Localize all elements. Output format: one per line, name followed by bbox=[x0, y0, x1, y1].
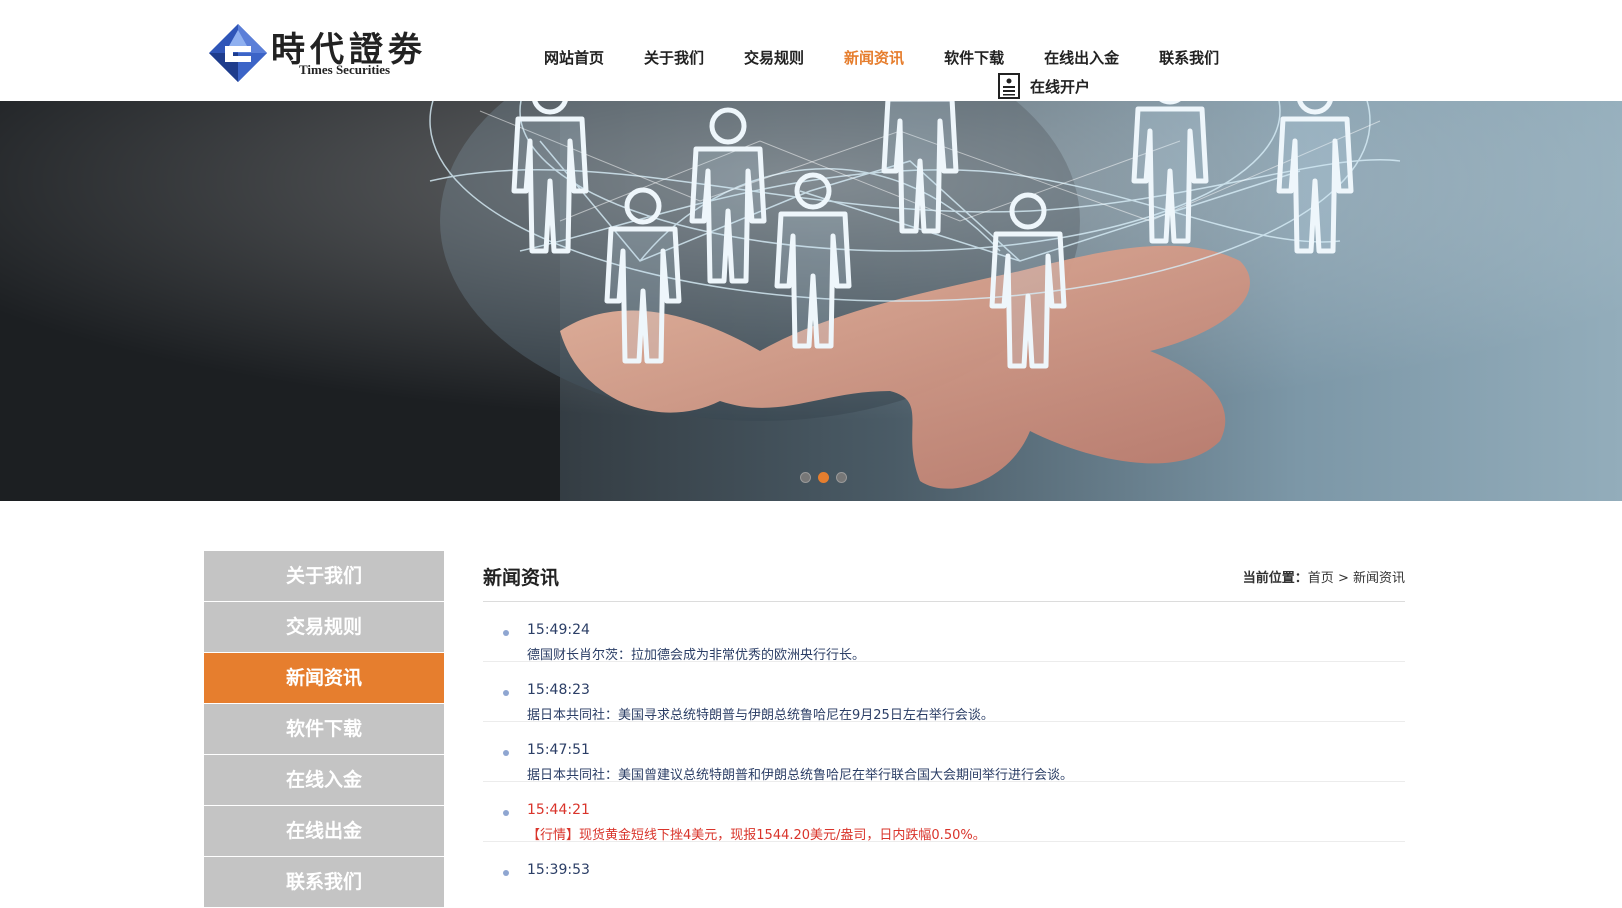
nav-item-deposit-withdraw[interactable]: 在线出入金 bbox=[1044, 46, 1119, 70]
hero-banner bbox=[0, 101, 1622, 501]
banner-network-illustration bbox=[0, 101, 1622, 501]
sidebar-item-contact[interactable]: 联系我们 bbox=[204, 857, 444, 907]
sidebar-item-deposit[interactable]: 在线入金 bbox=[204, 755, 444, 805]
sidebar-item-news[interactable]: 新闻资讯 bbox=[204, 653, 444, 703]
carousel-indicators bbox=[800, 472, 854, 483]
news-item[interactable]: 15:39:53 bbox=[483, 842, 1405, 901]
bullet-icon bbox=[503, 690, 509, 696]
news-text: 德国财长肖尔茨：拉加德会成为非常优秀的欧洲央行行长。 bbox=[527, 648, 866, 663]
section-header: 新闻资讯 当前位置：首页 > 新闻资讯 bbox=[483, 551, 1405, 602]
sidebar-item-software[interactable]: 软件下载 bbox=[204, 704, 444, 754]
news-text: 【行情】现货黄金短线下挫4美元，现报1544.20美元/盎司，日内跌幅0.50%… bbox=[527, 828, 986, 843]
news-list: 15:49:24 德国财长肖尔茨：拉加德会成为非常优秀的欧洲央行行长。 15:4… bbox=[483, 602, 1405, 901]
nav-item-software[interactable]: 软件下载 bbox=[944, 46, 1004, 70]
carousel-dot-3[interactable] bbox=[836, 472, 847, 483]
sidebar-item-withdraw[interactable]: 在线出金 bbox=[204, 806, 444, 856]
nav-item-contact[interactable]: 联系我们 bbox=[1159, 46, 1219, 70]
nav-item-home[interactable]: 网站首页 bbox=[544, 46, 604, 70]
open-account-link[interactable]: 在线开户 bbox=[998, 72, 1090, 100]
bullet-icon bbox=[503, 810, 509, 816]
nav-item-trading-rules[interactable]: 交易规则 bbox=[744, 46, 804, 70]
nav-item-news[interactable]: 新闻资讯 bbox=[844, 46, 904, 70]
breadcrumb: 当前位置：首页 > 新闻资讯 bbox=[1243, 567, 1405, 586]
breadcrumb-home-link[interactable]: 首页 bbox=[1308, 571, 1334, 586]
breadcrumb-current: 新闻资讯 bbox=[1352, 571, 1405, 586]
carousel-dot-1[interactable] bbox=[800, 472, 811, 483]
news-time: 15:44:21 bbox=[527, 802, 590, 818]
news-time: 15:47:51 bbox=[527, 742, 590, 758]
open-account-label: 在线开户 bbox=[1030, 77, 1091, 96]
document-icon bbox=[998, 73, 1020, 99]
bullet-icon bbox=[503, 870, 509, 876]
logo-english-name: Times Securities bbox=[299, 62, 391, 77]
logo[interactable]: 時代證劵 Times Securities bbox=[207, 22, 437, 84]
news-text: 据日本共同社：美国曾建议总统特朗普和伊朗总统鲁哈尼在举行联合国大会期间举行进行会… bbox=[527, 768, 1074, 783]
bullet-icon bbox=[503, 750, 509, 756]
sidebar-item-trading-rules[interactable]: 交易规则 bbox=[204, 602, 444, 652]
news-time: 15:49:24 bbox=[527, 622, 590, 638]
news-item[interactable]: 15:49:24 德国财长肖尔茨：拉加德会成为非常优秀的欧洲央行行长。 bbox=[483, 602, 1405, 663]
news-time: 15:39:53 bbox=[527, 862, 590, 878]
carousel-dot-2[interactable] bbox=[818, 472, 829, 483]
bullet-icon bbox=[503, 630, 509, 636]
page-title: 新闻资讯 bbox=[483, 567, 560, 589]
news-item-highlighted[interactable]: 15:44:21 【行情】现货黄金短线下挫4美元，现报1544.20美元/盎司，… bbox=[483, 782, 1405, 843]
logo-diamond-icon bbox=[209, 24, 267, 82]
nav-item-about[interactable]: 关于我们 bbox=[644, 46, 704, 70]
news-time: 15:48:23 bbox=[527, 682, 590, 698]
news-item[interactable]: 15:47:51 据日本共同社：美国曾建议总统特朗普和伊朗总统鲁哈尼在举行联合国… bbox=[483, 722, 1405, 783]
breadcrumb-separator: > bbox=[1333, 571, 1353, 586]
main-nav: 网站首页 关于我们 交易规则 新闻资讯 软件下载 在线出入金 联系我们 bbox=[544, 46, 1259, 70]
sidebar-menu: 关于我们 交易规则 新闻资讯 软件下载 在线入金 在线出金 联系我们 bbox=[204, 551, 444, 908]
main-content: 新闻资讯 当前位置：首页 > 新闻资讯 15:49:24 德国财长肖尔茨：拉加德… bbox=[483, 551, 1405, 901]
news-text: 据日本共同社：美国寻求总统特朗普与伊朗总统鲁哈尼在9月25日左右举行会谈。 bbox=[527, 708, 994, 723]
site-header: 時代證劵 Times Securities 网站首页 关于我们 交易规则 新闻资… bbox=[0, 0, 1622, 101]
news-item[interactable]: 15:48:23 据日本共同社：美国寻求总统特朗普与伊朗总统鲁哈尼在9月25日左… bbox=[483, 662, 1405, 723]
sidebar-item-about[interactable]: 关于我们 bbox=[204, 551, 444, 601]
breadcrumb-label: 当前位置： bbox=[1242, 571, 1308, 586]
